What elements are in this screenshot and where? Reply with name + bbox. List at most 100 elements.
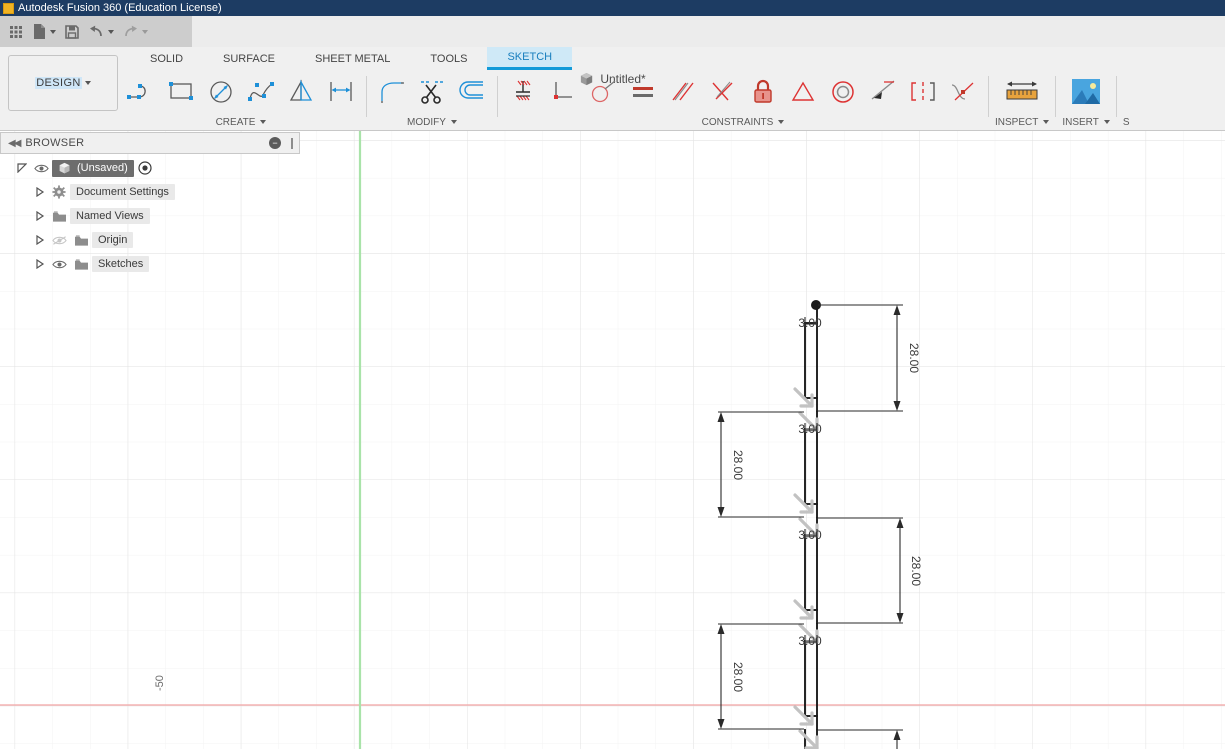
group-label-text: CREATE: [215, 116, 256, 128]
parallel-tool-button[interactable]: [664, 72, 702, 112]
tree-node-label[interactable]: Named Views: [70, 208, 150, 224]
offset-distance-tool-button[interactable]: [322, 72, 360, 112]
ground-fix-tool-button[interactable]: [504, 72, 542, 112]
collinear-tool-button[interactable]: [864, 72, 902, 112]
tree-node-named-views[interactable]: Named Views: [0, 204, 300, 228]
offset-tool-button[interactable]: [453, 72, 491, 112]
tree-node-unsaved[interactable]: (Unsaved): [0, 156, 300, 180]
tree-node-document-settings[interactable]: Document Settings: [0, 180, 300, 204]
ribbon-group-label-create[interactable]: CREATE: [216, 114, 267, 130]
redo-button[interactable]: [119, 19, 151, 45]
tree-node-sketches[interactable]: Sketches: [0, 252, 300, 276]
trim-tool-button[interactable]: [413, 72, 451, 112]
triangle-collapsed-icon[interactable]: [32, 211, 48, 221]
dimension-value[interactable]: 28.00: [907, 343, 921, 373]
minus-circle-icon[interactable]: −: [269, 137, 281, 149]
ribbon-group-create: CREATE: [120, 70, 362, 131]
target-dot-icon[interactable]: [134, 161, 156, 175]
circle-tool-button[interactable]: [202, 72, 240, 112]
eye-hidden-icon[interactable]: [48, 235, 70, 246]
tangent-tool-button[interactable]: [584, 72, 622, 112]
ribbon-group-label-select[interactable]: S: [1123, 114, 1130, 130]
redo-arrow-icon: [125, 25, 137, 36]
perpendicular-icon: [712, 81, 733, 101]
window-title-text: Autodesk Fusion 360 (Education License): [18, 2, 222, 14]
midpoint-tool-button[interactable]: [904, 72, 942, 112]
app-grid-button[interactable]: [5, 19, 27, 45]
tab-tools[interactable]: TOOLS: [410, 47, 487, 70]
dimension-value[interactable]: 28.00: [909, 556, 923, 586]
equal-tool-button[interactable]: [624, 72, 662, 112]
coincident-tool-button[interactable]: [544, 72, 582, 112]
fusion360-window: Autodesk Fusion 360 (Education License): [0, 0, 1225, 749]
ribbon-group-select: S: [1121, 70, 1132, 131]
tab-solid[interactable]: SOLID: [130, 47, 203, 70]
triangle-collapsed-icon[interactable]: [32, 187, 48, 197]
new-document-button[interactable]: [29, 19, 59, 45]
folder-icon: [70, 258, 92, 271]
dimension-value[interactable]: 3.00: [798, 634, 822, 648]
chevron-down-icon: [778, 120, 785, 124]
mirror-tool-button[interactable]: [282, 72, 320, 112]
perpendicular-constraint-glyphs[interactable]: [793, 387, 819, 749]
tab-surface[interactable]: SURFACE: [203, 47, 295, 70]
tree-node-label[interactable]: Document Settings: [70, 184, 175, 200]
tab-sheet-metal[interactable]: SHEET METAL: [295, 47, 410, 70]
fillet-icon: [381, 82, 404, 103]
folder-icon: [48, 210, 70, 223]
concentric-icon: [832, 81, 854, 103]
dimension-value[interactable]: 3.00: [798, 422, 822, 436]
eye-visible-icon[interactable]: [48, 259, 70, 270]
height-dimension-group[interactable]: 28.00 28.00 28.00 28.00: [717, 304, 924, 749]
triangle-expanded-icon[interactable]: [14, 163, 30, 173]
quick-access-bar: [0, 16, 1225, 47]
concentric-tool-button[interactable]: [824, 72, 862, 112]
eye-visible-icon[interactable]: [30, 163, 52, 174]
panel-grip-handle[interactable]: [291, 137, 293, 149]
sketch-profile-lines[interactable]: [360, 304, 818, 749]
width-dimension-group[interactable]: 3.00 3.00 3.00 3.00: [798, 316, 822, 648]
tree-node-label[interactable]: Origin: [92, 232, 134, 248]
triangle-collapsed-icon[interactable]: [32, 235, 48, 245]
window-title-bar: Autodesk Fusion 360 (Education License): [0, 0, 1225, 16]
group-label-text: MODIFY: [407, 116, 446, 128]
insert-image-button[interactable]: [1063, 72, 1109, 112]
tree-node-text: (Unsaved): [77, 162, 128, 174]
ribbon-group-label-modify[interactable]: MODIFY: [407, 114, 457, 130]
tree-node-label[interactable]: (Unsaved): [52, 159, 134, 177]
fillet-tool-button[interactable]: [373, 72, 411, 112]
dimension-value[interactable]: 28.00: [731, 662, 745, 692]
measure-tool-button[interactable]: [999, 72, 1045, 112]
tab-sketch[interactable]: SKETCH: [487, 47, 573, 70]
workspace-label: DESIGN: [35, 77, 82, 89]
undo-button[interactable]: [85, 19, 117, 45]
workspace-selector[interactable]: DESIGN: [8, 55, 118, 111]
dimension-value[interactable]: 28.00: [731, 450, 745, 480]
tree-node-label[interactable]: Sketches: [92, 256, 150, 272]
circle-diameter-icon: [210, 81, 232, 103]
ribbon-group-label-constraints[interactable]: CONSTRAINTS: [702, 114, 785, 130]
rectangle-tool-button[interactable]: [162, 72, 200, 112]
ribbon-group-label-insert[interactable]: INSERT: [1062, 114, 1110, 130]
triangle-collapsed-icon[interactable]: [32, 259, 48, 269]
chevron-down-icon: [50, 29, 56, 34]
spline-tool-button[interactable]: [242, 72, 280, 112]
save-button[interactable]: [61, 19, 83, 45]
chevron-down-icon: [84, 81, 91, 85]
tree-node-origin[interactable]: Origin: [0, 228, 300, 252]
dimension-value[interactable]: 3.00: [798, 316, 822, 330]
symmetry-tool-button[interactable]: [784, 72, 822, 112]
offset-icon: [459, 81, 483, 99]
dimension-value[interactable]: 3.00: [798, 528, 822, 542]
undo-arrow-icon: [90, 25, 102, 36]
perpendicular-tool-button[interactable]: [704, 72, 742, 112]
fix-lock-tool-button[interactable]: [744, 72, 782, 112]
line-tool-button[interactable]: [122, 72, 160, 112]
collapse-left-icon[interactable]: ◀◀: [1, 138, 25, 149]
curvature-icon: [951, 82, 974, 101]
ribbon-group-label-inspect[interactable]: INSPECT: [995, 114, 1050, 130]
spline-icon: [248, 82, 274, 101]
group-label-text: CONSTRAINTS: [701, 116, 774, 128]
curvature-tool-button[interactable]: [944, 72, 982, 112]
offset-distance-icon: [330, 82, 352, 101]
